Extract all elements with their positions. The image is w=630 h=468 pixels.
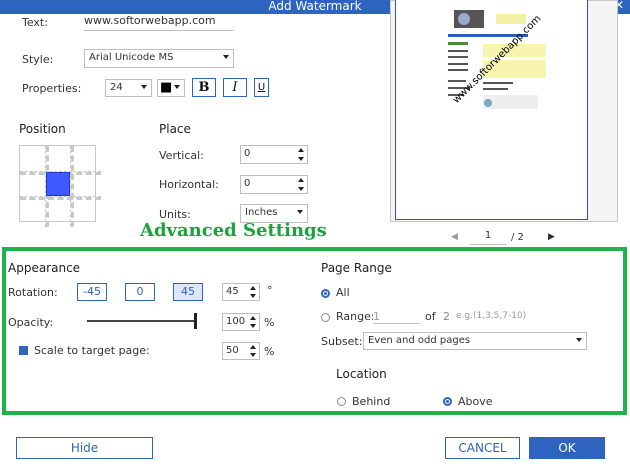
- ok-button[interactable]: OK: [529, 437, 605, 459]
- rotation-spinner[interactable]: 45: [222, 283, 260, 301]
- text-input[interactable]: www.softorwebapp.com: [84, 14, 234, 31]
- scale-checkbox[interactable]: [19, 346, 28, 355]
- behind-label: Behind: [352, 395, 391, 408]
- font-style-value: Arial Unicode MS: [89, 52, 174, 63]
- vertical-value: 0: [244, 148, 251, 159]
- opacity-percent: %: [264, 316, 275, 329]
- range-radio[interactable]: [321, 313, 330, 322]
- opacity-slider-thumb[interactable]: [194, 313, 197, 329]
- rotate-0-button[interactable]: 0: [125, 283, 155, 301]
- advanced-settings-highlight: [2, 247, 627, 415]
- behind-radio[interactable]: [337, 397, 346, 406]
- chevron-up-icon[interactable]: [250, 286, 256, 290]
- subset-label: Subset:: [321, 335, 363, 348]
- of-total: 2: [443, 310, 450, 323]
- degree-symbol: °: [267, 284, 273, 297]
- hide-button[interactable]: Hide: [16, 437, 153, 459]
- position-grid[interactable]: [19, 145, 101, 227]
- color-swatch-icon: ■: [160, 80, 173, 95]
- horizontal-spinner[interactable]: 0: [240, 175, 308, 194]
- units-value: Inches: [245, 207, 278, 218]
- scale-label: Scale to target page:: [34, 344, 150, 357]
- chevron-down-icon: [174, 85, 180, 89]
- position-heading: Position: [19, 122, 66, 136]
- rotation-label: Rotation:: [8, 286, 58, 299]
- scale-percent: %: [264, 345, 275, 358]
- font-color-select[interactable]: ■: [157, 79, 185, 97]
- opacity-value: 100: [226, 316, 246, 327]
- vertical-spinner[interactable]: 0: [240, 145, 308, 164]
- range-hint: e.g.(1,3,5,7-10): [456, 311, 527, 321]
- bold-button[interactable]: B: [192, 78, 216, 97]
- chevron-down-icon[interactable]: [250, 324, 256, 328]
- italic-button[interactable]: I: [223, 78, 247, 97]
- underline-button[interactable]: U: [254, 78, 269, 97]
- location-heading: Location: [336, 367, 387, 381]
- preview-page: www.softorwebapp.com: [395, 0, 588, 220]
- text-label: Text:: [22, 16, 48, 29]
- properties-label: Properties:: [22, 82, 82, 95]
- range-label: Range:: [336, 310, 375, 323]
- subset-select[interactable]: Even and odd pages: [363, 332, 587, 350]
- opacity-label: Opacity:: [8, 316, 54, 329]
- font-size-value: 24: [110, 82, 123, 93]
- all-pages-radio[interactable]: [321, 289, 330, 298]
- above-label: Above: [458, 395, 493, 408]
- advanced-settings-title: Advanced Settings: [140, 220, 327, 241]
- page-number-input[interactable]: 1: [470, 230, 506, 245]
- chevron-down-icon[interactable]: [250, 294, 256, 298]
- preview-page-content: [448, 10, 546, 109]
- horizontal-value: 0: [244, 178, 251, 189]
- chevron-up-icon[interactable]: [250, 316, 256, 320]
- range-input[interactable]: 1: [373, 310, 420, 324]
- rotate-minus-45-button[interactable]: -45: [77, 283, 107, 301]
- chevron-up-icon[interactable]: [250, 345, 256, 349]
- appearance-heading: Appearance: [8, 261, 81, 275]
- chevron-down-icon: [576, 338, 582, 342]
- opacity-spinner[interactable]: 100: [222, 313, 260, 331]
- scale-value: 50: [226, 345, 239, 356]
- horizontal-label: Horizontal:: [159, 178, 219, 191]
- of-label: of: [425, 310, 436, 323]
- font-size-select[interactable]: 24: [105, 79, 152, 97]
- subset-value: Even and odd pages: [368, 335, 471, 346]
- cancel-button[interactable]: CANCEL: [445, 437, 520, 459]
- chevron-down-icon[interactable]: [298, 187, 304, 191]
- opacity-slider-track[interactable]: [87, 313, 197, 329]
- next-page-icon[interactable]: ▶: [548, 232, 555, 242]
- chevron-up-icon[interactable]: [298, 148, 304, 152]
- prev-page-icon[interactable]: ◀: [451, 232, 458, 242]
- place-heading: Place: [159, 122, 191, 136]
- chevron-up-icon[interactable]: [298, 178, 304, 182]
- chevron-down-icon[interactable]: [298, 157, 304, 161]
- chevron-down-icon: [141, 85, 147, 89]
- chevron-down-icon[interactable]: [250, 353, 256, 357]
- above-radio[interactable]: [443, 397, 452, 406]
- all-pages-label: All: [336, 286, 350, 299]
- style-label: Style:: [22, 53, 54, 66]
- scale-spinner[interactable]: 50: [222, 342, 260, 360]
- page-range-heading: Page Range: [321, 261, 392, 275]
- rotate-45-button[interactable]: 45: [173, 283, 203, 301]
- vertical-label: Vertical:: [159, 149, 204, 162]
- page-total: / 2: [511, 232, 524, 243]
- position-cell-center[interactable]: [46, 172, 70, 196]
- font-style-select[interactable]: Arial Unicode MS: [84, 49, 234, 68]
- rotation-value: 45: [226, 286, 239, 297]
- chevron-down-icon: [223, 55, 229, 59]
- chevron-down-icon: [297, 210, 303, 214]
